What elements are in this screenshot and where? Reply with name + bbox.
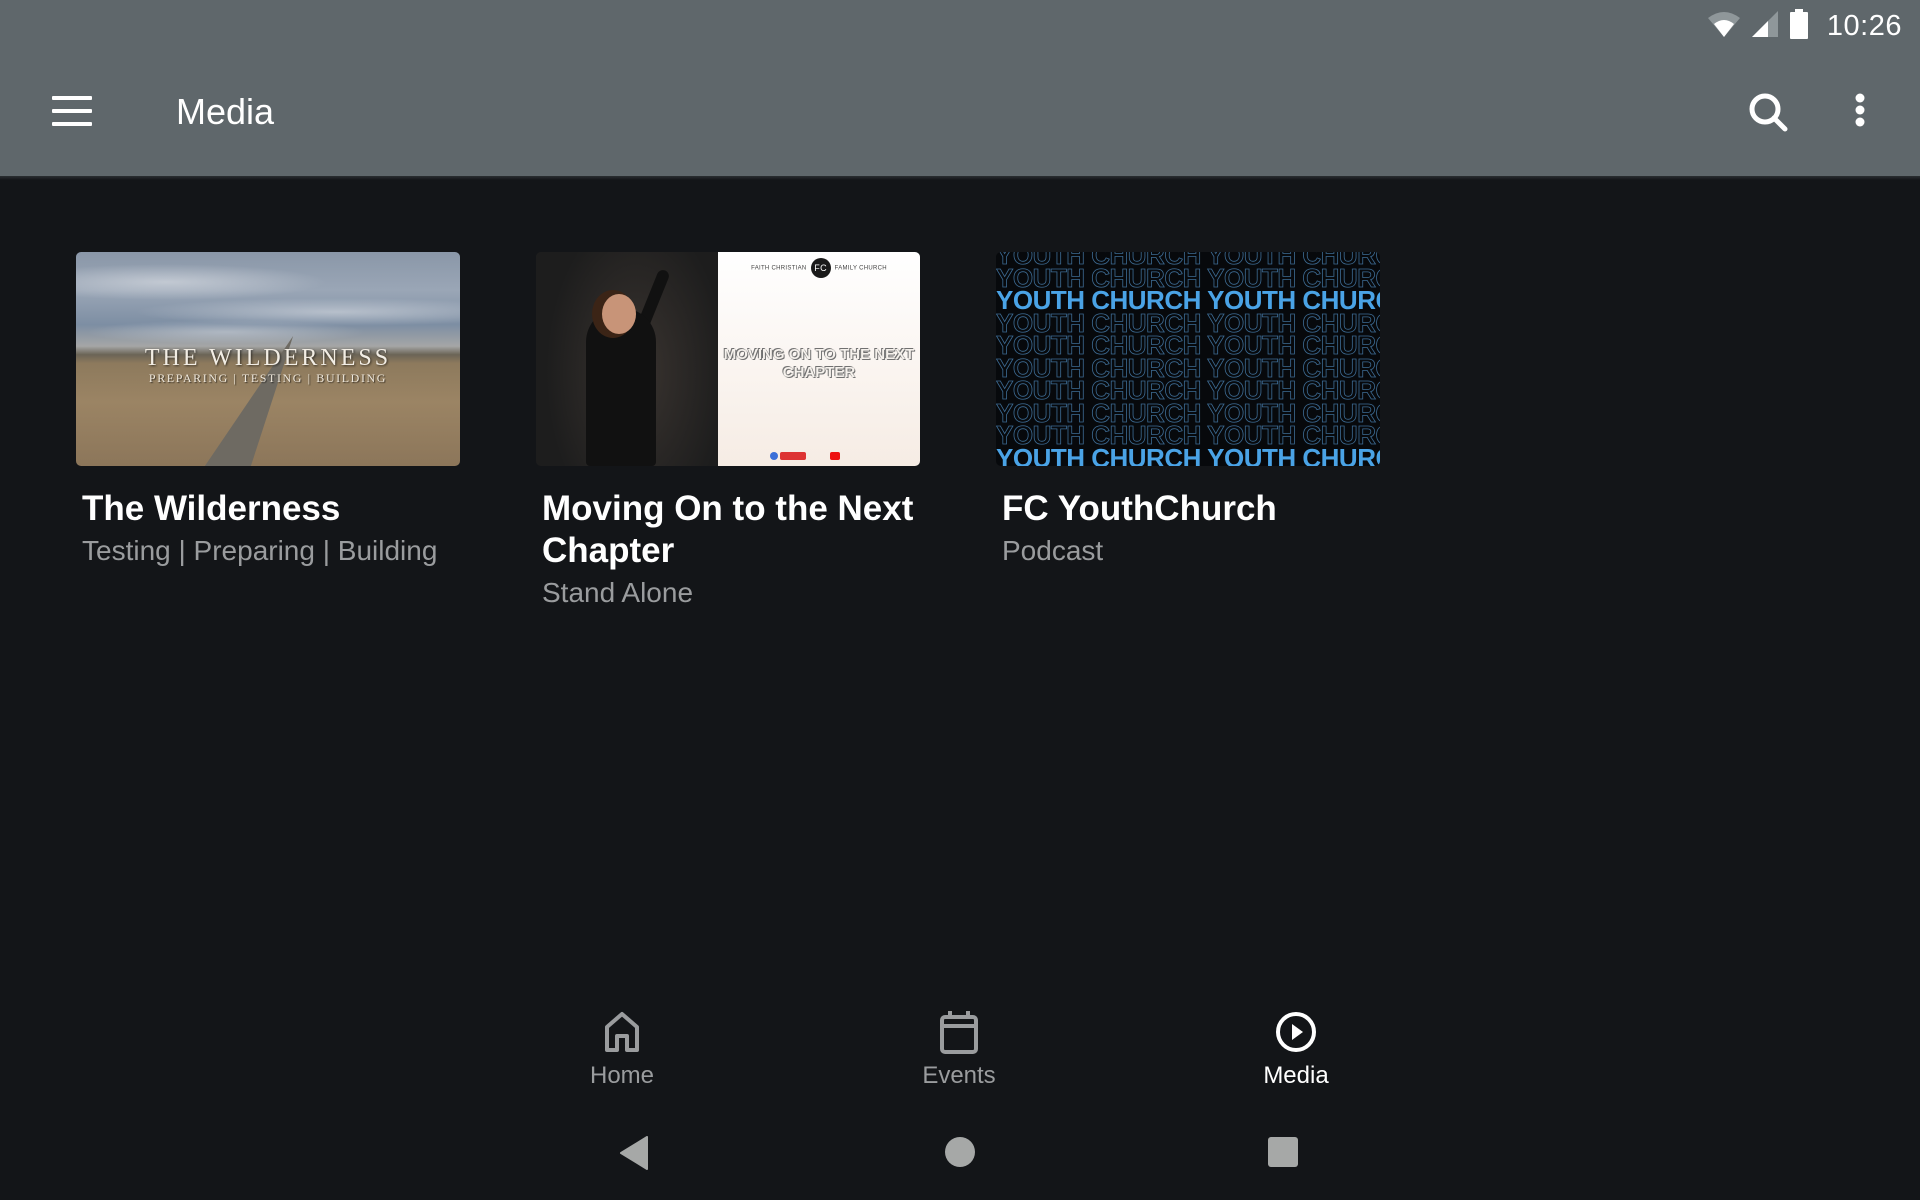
speaker-head bbox=[602, 294, 636, 334]
hamburger-line bbox=[52, 109, 92, 113]
thumbnail-speaker-photo bbox=[536, 252, 718, 466]
battery-icon bbox=[1789, 8, 1809, 44]
more-options-button[interactable] bbox=[1844, 88, 1876, 136]
hamburger-menu-icon bbox=[52, 96, 92, 100]
thumbnail-text-row: YOUTH CHURCH YOUTH CHURCH bbox=[996, 442, 1380, 467]
recents-square-icon[interactable] bbox=[1268, 1137, 1298, 1167]
facebook-live-icon bbox=[770, 452, 806, 460]
nav-item-events[interactable]: Events bbox=[859, 1010, 1059, 1090]
play-circle-icon bbox=[1276, 1012, 1316, 1052]
media-subtitle: Podcast bbox=[1002, 535, 1104, 566]
system-back-button[interactable] bbox=[618, 1136, 650, 1175]
media-card-youthchurch[interactable]: YOUTH CHURCH YOUTH CHURCH YOUTH CHURCH YO… bbox=[996, 252, 1380, 614]
back-icon bbox=[620, 1136, 648, 1170]
media-title: FC YouthChurch bbox=[1002, 489, 1277, 528]
nav-label: Home bbox=[589, 1062, 655, 1089]
nav-item-home[interactable]: Home bbox=[522, 1010, 722, 1090]
thumbnail-title-panel: FAITH CHRISTIAN FC FAMILY CHURCH MOVING ON… bbox=[718, 252, 920, 466]
nav-label: Media bbox=[1263, 1062, 1329, 1089]
hamburger-menu-button[interactable] bbox=[52, 96, 92, 128]
thumbnail-tagline: PREPARING | TESTING | BUILDING bbox=[148, 371, 388, 385]
thumbnail-headline: THE WILDERNESS bbox=[144, 345, 392, 371]
wifi-icon bbox=[1707, 10, 1741, 43]
hamburger-line bbox=[52, 122, 92, 126]
church-name-right: FAMILY CHURCH bbox=[834, 265, 887, 272]
media-thumbnail[interactable]: FAITH CHRISTIAN FC FAMILY CHURCH MOVING ON… bbox=[536, 252, 920, 466]
media-card-moving-on[interactable]: FAITH CHRISTIAN FC FAMILY CHURCH MOVING ON… bbox=[536, 252, 920, 614]
media-title: The Wilderness bbox=[82, 489, 341, 528]
home-circle-icon[interactable] bbox=[945, 1137, 975, 1167]
app-bar: 10:26 Media bbox=[0, 0, 1920, 180]
media-grid: THE WILDERNESS PREPARING | TESTING | BUI… bbox=[76, 252, 1380, 614]
search-button[interactable] bbox=[1744, 88, 1792, 136]
bottom-navigation: Home Events Media bbox=[0, 990, 1920, 1100]
search-icon bbox=[1749, 93, 1788, 132]
church-name-left: FAITH CHRISTIAN bbox=[751, 265, 807, 272]
status-time: 10:26 bbox=[1826, 9, 1902, 42]
media-thumbnail[interactable]: YOUTH CHURCH YOUTH CHURCH YOUTH CHURCH YO… bbox=[996, 252, 1380, 466]
thumbnail-church-name: FAITH CHRISTIAN FC FAMILY CHURCH bbox=[718, 258, 920, 278]
media-thumbnail[interactable]: THE WILDERNESS PREPARING | TESTING | BUI… bbox=[76, 252, 460, 466]
status-bar: 10:26 bbox=[1707, 6, 1902, 46]
nav-label: Events bbox=[922, 1062, 996, 1089]
more-vert-icon bbox=[1855, 93, 1865, 127]
youtube-icon bbox=[830, 452, 840, 460]
home-icon bbox=[605, 1012, 639, 1052]
cell-signal-icon bbox=[1751, 10, 1779, 43]
media-subtitle: Stand Alone bbox=[542, 577, 694, 608]
nav-item-media[interactable]: Media bbox=[1196, 1010, 1396, 1090]
thumbnail-headline: MOVING ON TO THE NEXT CHAPTER bbox=[723, 346, 915, 381]
page-title: Media bbox=[176, 91, 275, 132]
calendar-icon bbox=[940, 1011, 978, 1054]
media-card-wilderness[interactable]: THE WILDERNESS PREPARING | TESTING | BUI… bbox=[76, 252, 460, 614]
media-subtitle: Testing | Preparing | Building bbox=[82, 535, 438, 566]
system-navigation-bar bbox=[0, 1120, 1920, 1200]
church-logo: FC bbox=[810, 258, 831, 278]
media-title: Moving On to the Next Chapter bbox=[542, 489, 914, 570]
